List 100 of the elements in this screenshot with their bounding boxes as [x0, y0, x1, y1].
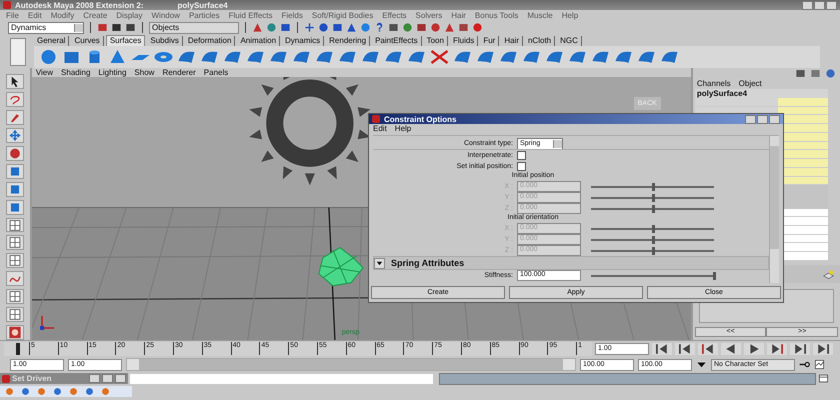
- close-button[interactable]: [769, 114, 780, 124]
- surface-tool-icon[interactable]: [567, 49, 588, 65]
- channel-box-menu-item[interactable]: Channels: [696, 79, 731, 88]
- restore-button[interactable]: [89, 374, 100, 383]
- menu-item[interactable]: Muscle: [527, 10, 553, 20]
- surface-tool-icon[interactable]: [337, 49, 358, 65]
- panel-menu-item[interactable]: View: [36, 68, 54, 77]
- script-editor-icon[interactable]: [818, 373, 829, 384]
- panel-menu-item[interactable]: Renderer: [162, 68, 196, 77]
- close-button[interactable]: [826, 0, 837, 10]
- step-back-key-icon[interactable]: [675, 343, 695, 355]
- minimize-button[interactable]: [745, 114, 756, 124]
- menu-item[interactable]: Create: [83, 10, 108, 20]
- surface-tool-icon[interactable]: [659, 49, 680, 65]
- surface-tool-icon[interactable]: [245, 49, 266, 65]
- menu-item[interactable]: Display: [116, 10, 142, 20]
- maya-logo-icon: [372, 115, 380, 123]
- play-backward-icon[interactable]: [721, 343, 741, 355]
- layout-icon[interactable]: [6, 307, 24, 322]
- surface-tool-icon[interactable]: [636, 49, 657, 65]
- window-title: Autodesk Maya 2008 Extension 2:: [15, 0, 144, 10]
- shelf-menu-icon[interactable]: [10, 38, 26, 66]
- curve-icon[interactable]: [6, 271, 24, 286]
- render-view-icon[interactable]: [6, 325, 24, 340]
- maximize-button[interactable]: [757, 114, 768, 124]
- go-to-end-icon[interactable]: [813, 343, 833, 355]
- move-icon[interactable]: [6, 128, 24, 143]
- layout-icon[interactable]: [6, 218, 24, 232]
- checkbox[interactable]: [517, 162, 526, 171]
- menu-item[interactable]: File: [6, 10, 19, 20]
- surface-tool-icon[interactable]: [314, 49, 335, 65]
- current-frame-marker[interactable]: [16, 343, 20, 355]
- panel-menu-item[interactable]: Panels: [204, 68, 228, 77]
- menu-item[interactable]: Fields: [282, 10, 303, 20]
- scrollbar[interactable]: [769, 136, 779, 283]
- window-title: Set Driven: [12, 374, 52, 383]
- surface-tool-icon[interactable]: [176, 49, 197, 65]
- snap-grid-icon[interactable]: [304, 22, 315, 33]
- step-forward-key-icon[interactable]: [790, 343, 810, 355]
- go-to-start-icon[interactable]: [652, 343, 672, 355]
- menu-item[interactable]: Edit: [28, 10, 42, 20]
- panel-menu-item[interactable]: Show: [134, 68, 154, 77]
- torus-icon[interactable]: [153, 49, 174, 65]
- surface-tool-icon[interactable]: [268, 49, 289, 65]
- shelf-tab[interactable]: General: [34, 36, 70, 46]
- lasso-icon[interactable]: [6, 92, 24, 107]
- menu-item[interactable]: Help: [562, 10, 578, 20]
- channel-box-menu-item[interactable]: Object: [738, 79, 762, 88]
- channel-value-cell[interactable]: [778, 98, 828, 106]
- surface-tool-icon[interactable]: [613, 49, 634, 65]
- selection-mode-field[interactable]: Objects: [149, 22, 239, 34]
- menu-item[interactable]: Solvers: [416, 10, 442, 20]
- checkbox[interactable]: [517, 151, 526, 160]
- dialog-menu-item[interactable]: Edit: [373, 124, 387, 133]
- slider-thumb[interactable]: [713, 272, 716, 280]
- window-object-name: polySurface4: [178, 0, 228, 10]
- menu-item[interactable]: Window: [152, 10, 180, 20]
- surface-tool-icon[interactable]: [406, 49, 427, 65]
- surface-tool-icon[interactable]: [222, 49, 243, 65]
- step-forward-frame-icon[interactable]: [767, 343, 787, 355]
- cross-icon[interactable]: [429, 49, 450, 65]
- surface-tool-icon[interactable]: [360, 49, 381, 65]
- step-back-frame-icon[interactable]: [698, 343, 718, 355]
- surface-tool-icon[interactable]: [590, 49, 611, 65]
- command-input-field[interactable]: [130, 374, 433, 384]
- menu-item[interactable]: Fluid Effects: [228, 10, 273, 20]
- play-icon[interactable]: [744, 343, 764, 355]
- surface-tool-icon[interactable]: [291, 49, 312, 65]
- minimize-button[interactable]: [802, 0, 813, 10]
- surface-tool-icon[interactable]: [383, 49, 404, 65]
- menu-set-dropdown[interactable]: Dynamics: [8, 22, 84, 34]
- layout-icon[interactable]: [6, 235, 24, 250]
- surface-tool-icon[interactable]: [521, 49, 542, 65]
- new-layer-icon[interactable]: [823, 268, 834, 280]
- menu-item[interactable]: Soft/Rigid Bodies: [312, 10, 374, 20]
- close-button[interactable]: [115, 374, 126, 383]
- animation-preferences-icon[interactable]: [814, 359, 825, 370]
- maximize-button[interactable]: [102, 374, 113, 383]
- shelf-tab[interactable]: Surfaces: [106, 35, 146, 46]
- dialog-menu-item[interactable]: Help: [394, 124, 412, 133]
- surface-tool-icon[interactable]: [452, 49, 473, 65]
- surface-tool-icon[interactable]: [498, 49, 519, 65]
- surface-tool-icon[interactable]: [199, 49, 220, 65]
- paint-brush-icon[interactable]: [6, 110, 24, 125]
- layout-icon[interactable]: [6, 289, 24, 304]
- maximize-button[interactable]: [814, 0, 825, 10]
- menu-item[interactable]: Bonus Tools: [474, 10, 518, 20]
- shelf-tab[interactable]: Toon: [424, 36, 448, 46]
- axis-indicator-icon: [40, 315, 55, 330]
- menu-item[interactable]: Hair: [451, 10, 466, 20]
- layout-icon[interactable]: [6, 253, 24, 268]
- key-icon[interactable]: [799, 359, 810, 370]
- menu-item[interactable]: Modify: [50, 10, 74, 20]
- menu-item[interactable]: Particles: [188, 10, 220, 20]
- panel-menu-item[interactable]: Shading: [61, 68, 90, 77]
- collapse-caret-icon[interactable]: [374, 258, 385, 268]
- menu-item[interactable]: Effects: [382, 10, 407, 20]
- surface-tool-icon[interactable]: [544, 49, 565, 65]
- surface-tool-icon[interactable]: [475, 49, 496, 65]
- panel-menu-item[interactable]: Lighting: [98, 68, 126, 77]
